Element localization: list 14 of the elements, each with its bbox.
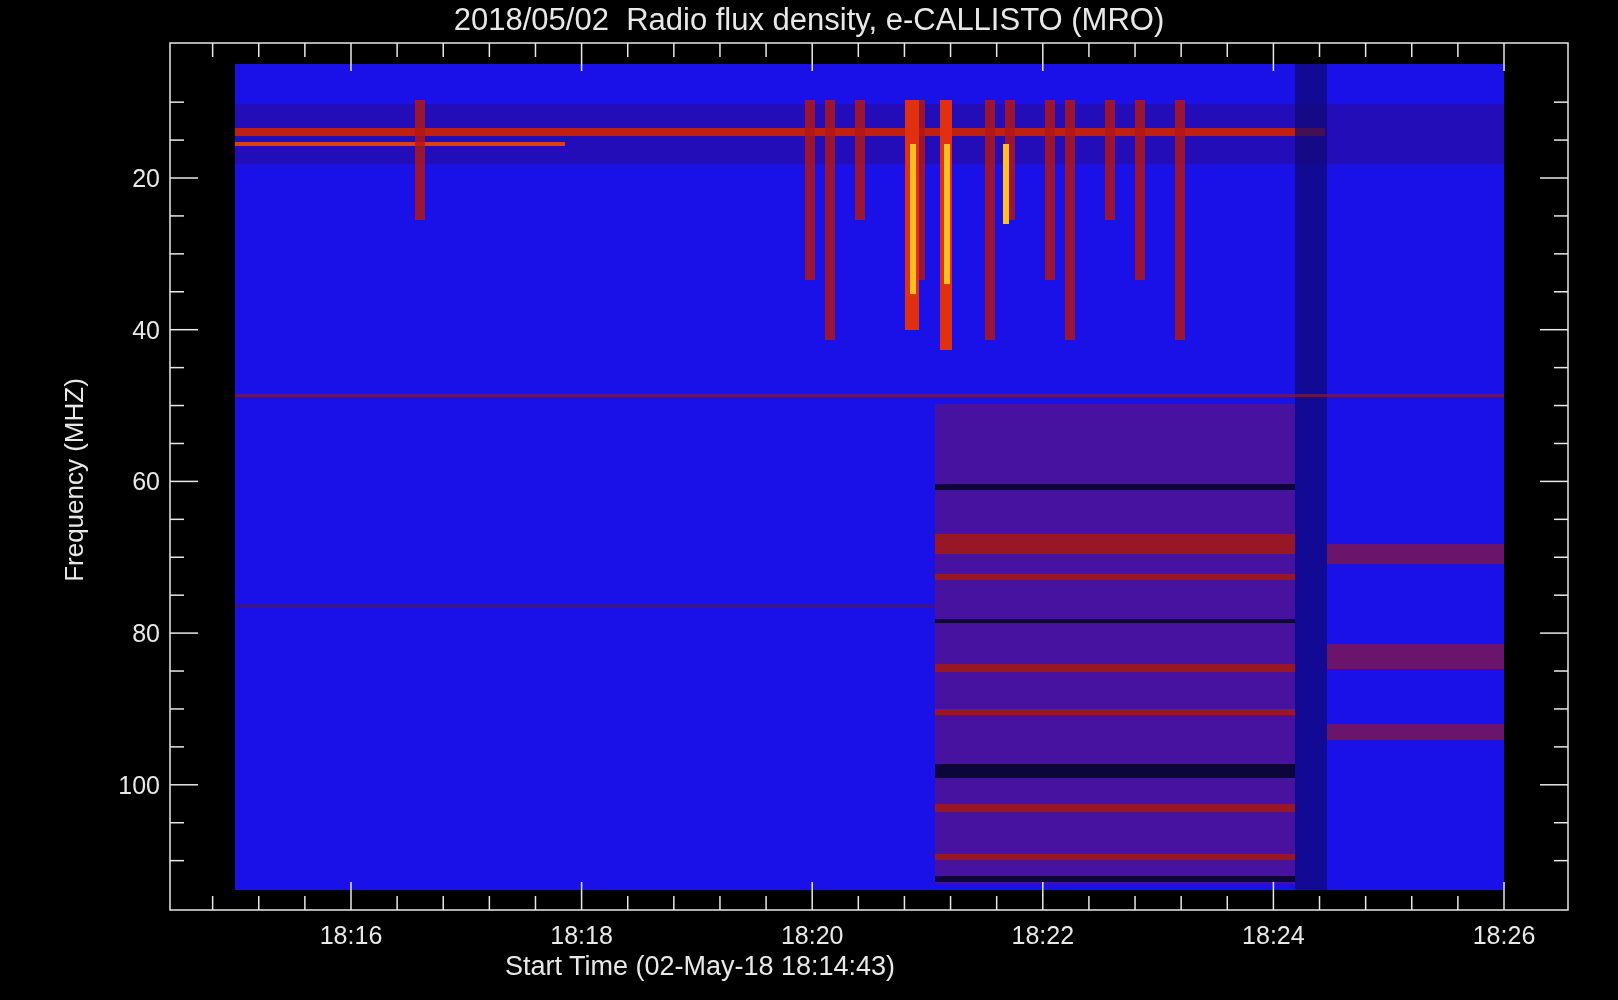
tick-label: 60 bbox=[131, 467, 160, 496]
tick-label: 18:24 bbox=[1241, 921, 1306, 949]
axis-title: Start Time (02-May-18 18:14:43) bbox=[503, 950, 897, 982]
chart-title: 2018/05/02 Radio flux density, e-CALLISTO (MRO) bbox=[452, 1, 1166, 39]
tick-label: 80 bbox=[131, 619, 160, 648]
tick-label: 100 bbox=[117, 770, 160, 799]
tick-label: 40 bbox=[131, 315, 160, 344]
tick-label: 18:20 bbox=[779, 921, 845, 949]
tick-label: 20 bbox=[131, 164, 160, 192]
axis-title: Frequency (MHZ) bbox=[58, 377, 90, 584]
tick-label: 18:22 bbox=[1010, 921, 1076, 949]
tick-label: 18:26 bbox=[1471, 921, 1537, 949]
tick-label: 18:18 bbox=[549, 921, 614, 949]
tick-label: 18:16 bbox=[318, 921, 384, 949]
